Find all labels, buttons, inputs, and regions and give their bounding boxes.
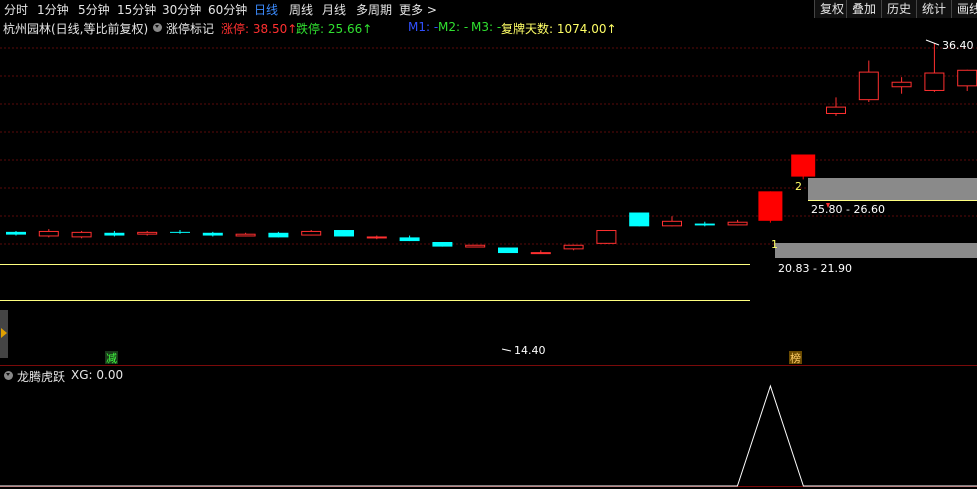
sub-indicator-menu-icon[interactable] [4,371,13,380]
candle-body-11 [366,236,387,239]
candle-body-25 [826,106,846,114]
zone-1-range: 20.83 - 21.90 [778,262,852,275]
candle-body-7 [235,233,256,237]
zone-1-index: 1 [771,238,778,251]
sub-indicator-bar: 龙腾虎跃 XG: 0.00 [0,367,977,385]
candle-body-26 [858,71,879,101]
candle-body-10 [334,230,354,237]
candle-body-28 [924,72,945,91]
low-price-label: 14.40 [514,344,546,357]
low-pointer-line [501,348,512,352]
candle-body-1 [38,230,59,237]
sub-indicator-name[interactable]: 龙腾虎跃 [17,368,65,385]
candle-body-14 [465,244,486,248]
kline-chart[interactable]: 1 2 20.83 - 21.90 25.80 - 26.60 36.40 14.40 减 榜 [0,0,977,489]
candle-body-20 [662,220,682,227]
high-pointer-line [925,39,940,46]
candle-body-2 [71,231,92,238]
sub-indicator-value: XG: 0.00 [71,368,124,382]
candle-body-3 [104,232,125,236]
zone-2-band [808,178,977,200]
candle-body-12 [399,237,420,242]
candle-body-23 [758,191,783,221]
candle-body-21 [694,223,715,226]
candle-body-0 [6,231,26,235]
candle-body-17 [563,244,584,250]
candle-body-18 [596,230,617,244]
zone-1-band [775,243,977,258]
candle-body-29 [957,69,977,87]
candle-body-22 [727,221,748,226]
zone-2-index: 2 [795,180,802,193]
candle-body-16 [530,252,551,255]
candle-body-24 [791,154,816,177]
candle-body-9 [301,230,322,236]
zone-2-range: 25.80 - 26.60 [811,203,885,216]
signal-line [0,384,977,487]
high-price-label: 36.40 [942,39,974,52]
candle-body-19 [629,212,650,227]
candle-body-5 [170,231,190,233]
candle-body-6 [202,232,223,236]
candle-body-4 [137,231,158,235]
scroll-left-arrow-icon[interactable] [0,310,8,358]
candle-body-15 [498,247,518,254]
reduce-marker: 减 [106,352,117,365]
candle-body-27 [891,81,912,88]
candle-body-13 [432,241,453,247]
list-marker: 榜 [790,351,801,365]
candle-body-8 [268,232,289,238]
